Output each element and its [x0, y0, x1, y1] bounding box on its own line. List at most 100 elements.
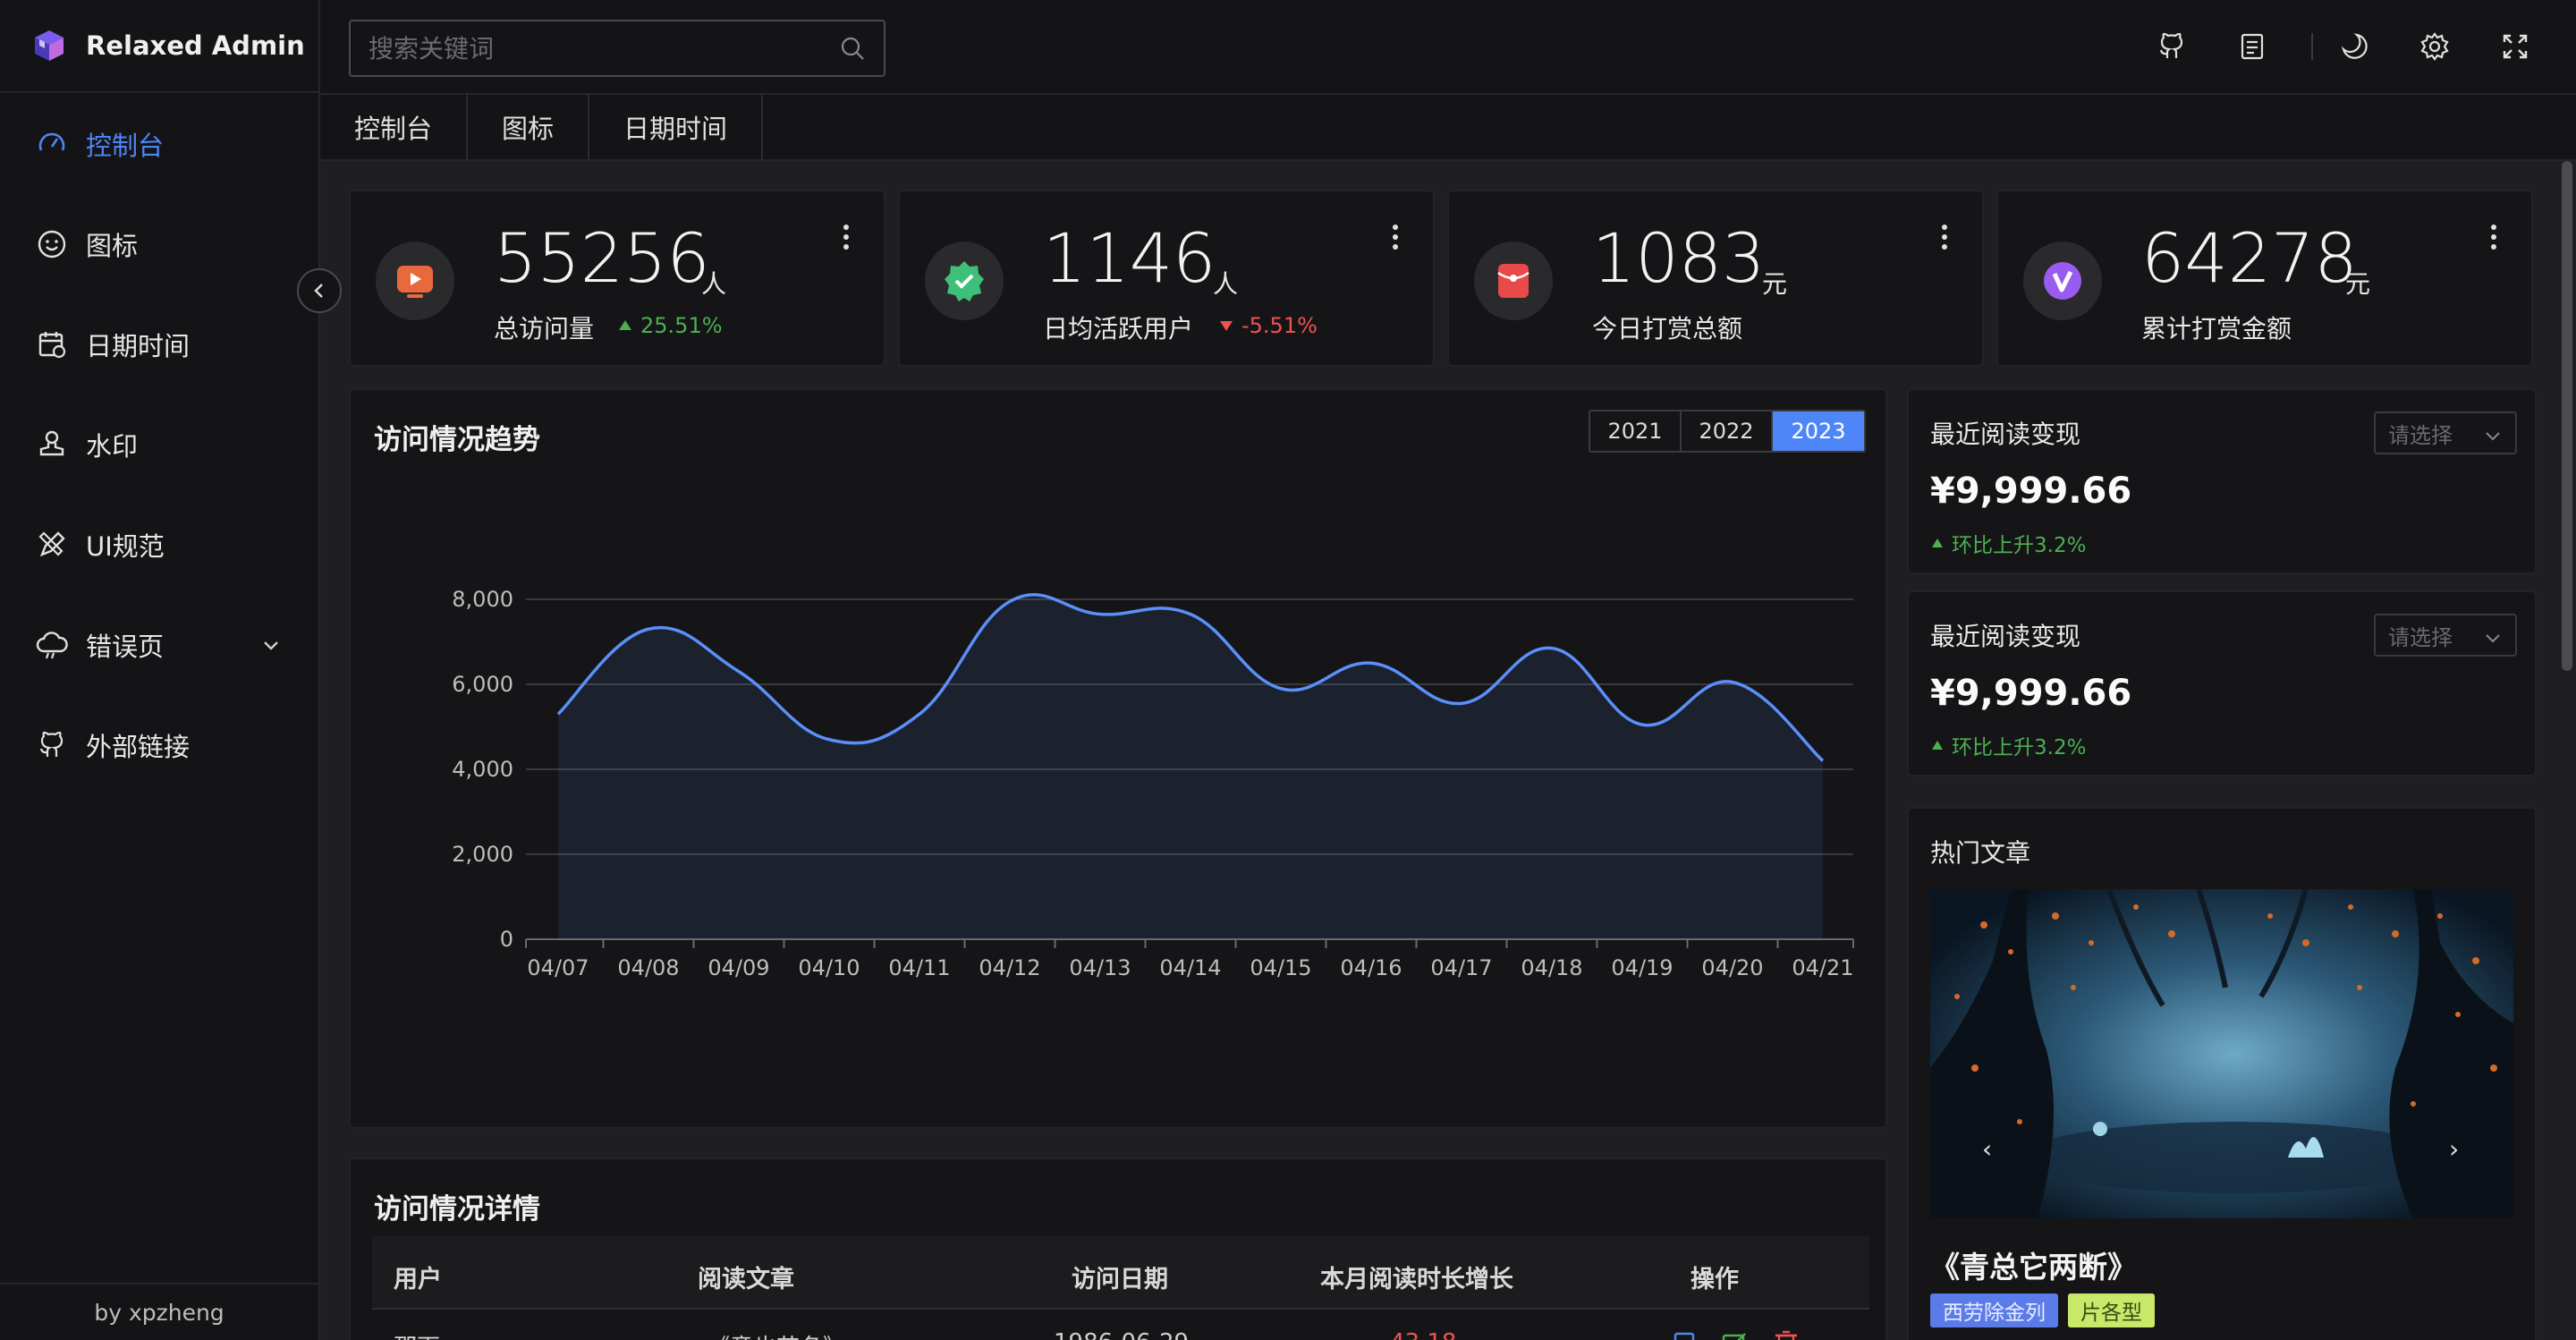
tab-datetime[interactable]: 日期时间 — [589, 95, 764, 159]
sidebar-item-watermark[interactable]: 水印 — [0, 413, 318, 476]
stat-trend: -5.51% — [1218, 313, 1318, 338]
period-select[interactable]: 请选择 — [2374, 411, 2517, 454]
stat-label: 累计打赏金额 — [2141, 314, 2292, 343]
settings-icon[interactable] — [2413, 25, 2456, 68]
tab-icons[interactable]: 图标 — [468, 95, 590, 159]
trend-chart-card: 访问情况趋势 2021 2022 2023 0 2,000 4,000 6,000 8,… — [349, 388, 1887, 1129]
smile-icon — [36, 228, 68, 260]
sidebar-item-dashboard[interactable]: 控制台 — [0, 113, 318, 175]
x-tick-label: 04/10 — [798, 955, 860, 980]
arrow-down-icon — [1220, 321, 1233, 331]
stat-trend: 25.51% — [617, 313, 723, 338]
y-tick-label: 4,000 — [452, 757, 513, 782]
article-carousel-image[interactable]: ‹ › — [1930, 889, 2513, 1218]
year-button-2023[interactable]: 2023 — [1773, 411, 1864, 451]
moon-icon[interactable] — [2333, 25, 2376, 68]
view-icon[interactable] — [1673, 1331, 1696, 1340]
trend-area-chart: 0 2,000 4,000 6,000 8,000 04/07 04/08 04/09 04/1… — [452, 587, 1854, 980]
table-title: 访问情况详情 — [374, 1193, 540, 1226]
column-header[interactable]: 访问日期 — [1072, 1259, 1168, 1294]
edit-icon[interactable] — [1721, 1331, 1748, 1340]
cell-growth: 43.18 — [1390, 1329, 1456, 1340]
cell-article: 《意也节冬》 — [707, 1329, 846, 1340]
x-tick-label: 04/14 — [1159, 955, 1221, 980]
logo[interactable]: Relaxed Admin — [0, 0, 318, 93]
verified-icon — [925, 242, 1004, 320]
top-header — [320, 0, 2576, 93]
svg-text:‹: ‹ — [1982, 1134, 1992, 1164]
column-header[interactable]: 用户 — [394, 1259, 442, 1294]
sidebar-item-external-link[interactable]: 外部链接 — [0, 714, 318, 776]
search-input[interactable] — [369, 33, 839, 64]
year-switcher: 2021 2022 2023 — [1589, 410, 1866, 453]
x-tick-label: 04/11 — [888, 955, 950, 980]
tab-bar: 控制台 图标 日期时间 — [320, 93, 2576, 161]
year-button-2022[interactable]: 2022 — [1682, 411, 1773, 451]
x-tick-label: 04/08 — [617, 955, 679, 980]
sidebar-item-label: 日期时间 — [86, 331, 191, 361]
revenue-change: 环比上升3.2% — [1930, 730, 2086, 760]
svg-text:›: › — [2449, 1134, 2459, 1164]
year-button-2021[interactable]: 2021 — [1590, 411, 1682, 451]
more-vertical-icon[interactable] — [843, 224, 850, 250]
sidebar-item-ui-spec[interactable]: UI规范 — [0, 513, 318, 576]
stat-unit: 人 — [701, 269, 727, 299]
x-tick-label: 04/16 — [1340, 955, 1402, 980]
x-tick-label: 04/15 — [1250, 955, 1311, 980]
delete-icon[interactable] — [1773, 1329, 1800, 1340]
more-vertical-icon[interactable] — [1941, 224, 1948, 250]
card-title: 热门文章 — [1930, 838, 2031, 868]
cloud-icon — [36, 629, 68, 661]
x-tick-label: 04/21 — [1792, 955, 1853, 980]
stat-value: 64278 — [2141, 218, 2358, 298]
arrow-up-icon — [1932, 539, 1943, 547]
sidebar-footer: by xpzheng — [0, 1283, 318, 1340]
cell-date: 1986-06-29 — [1054, 1329, 1189, 1340]
visit-detail-card: 访问情况详情 用户 阅读文章 访问日期 本月阅读时长增长 操作 邵面 《意也节冬… — [349, 1158, 1887, 1340]
x-tick-label: 04/18 — [1521, 955, 1582, 980]
search-box[interactable] — [349, 20, 886, 77]
search-icon[interactable] — [839, 35, 866, 62]
stat-card-active-users: 1146 人 日均活跃用户 -5.51% — [898, 190, 1435, 367]
select-placeholder: 请选择 — [2388, 422, 2453, 448]
y-tick-label: 2,000 — [452, 842, 513, 867]
page-scrollbar[interactable] — [2562, 161, 2572, 671]
sidebar-item-icons[interactable]: 图标 — [0, 213, 318, 276]
more-vertical-icon[interactable] — [1392, 224, 1399, 250]
stat-unit: 人 — [1213, 269, 1239, 299]
column-header[interactable]: 本月阅读时长增长 — [1320, 1259, 1513, 1294]
sidebar-item-datetime[interactable]: 日期时间 — [0, 313, 318, 376]
document-icon[interactable] — [2231, 25, 2274, 68]
fullscreen-icon[interactable] — [2494, 25, 2537, 68]
column-header[interactable]: 阅读文章 — [698, 1259, 794, 1294]
stat-card-visits: 55256 人 总访问量 25.51% — [349, 190, 886, 367]
more-vertical-icon[interactable] — [2490, 224, 2497, 250]
revenue-change-text: 环比上升3.2% — [1952, 736, 2087, 759]
github-icon[interactable] — [2150, 25, 2193, 68]
revenue-change: 环比上升3.2% — [1930, 528, 2086, 558]
stat-value: 55256 — [494, 218, 710, 298]
stat-trend-value: 25.51% — [640, 313, 723, 338]
period-select[interactable]: 请选择 — [2374, 614, 2517, 657]
collapse-sidebar-button[interactable] — [297, 268, 342, 313]
column-header[interactable]: 操作 — [1690, 1259, 1739, 1294]
x-tick-label: 04/07 — [527, 955, 589, 980]
red-envelope-icon — [1474, 242, 1553, 320]
stat-unit: 元 — [1762, 269, 1788, 299]
chevron-down-icon — [2486, 634, 2500, 643]
sidebar: Relaxed Admin 控制台 图标 日期时间 水印 UI规范 错误页 外部… — [0, 0, 320, 1340]
article-title[interactable]: 《青总它两断》 — [1930, 1243, 2137, 1286]
chart-title: 访问情况趋势 — [374, 424, 540, 456]
vip-icon — [2023, 242, 2102, 320]
stat-trend-value: -5.51% — [1241, 313, 1318, 338]
tab-dashboard[interactable]: 控制台 — [320, 95, 469, 159]
revenue-amount: ¥9,999.66 — [1930, 673, 2132, 714]
stat-label: 总访问量 — [494, 314, 595, 343]
header-divider — [2311, 33, 2313, 60]
card-title: 最近阅读变现 — [1930, 420, 2081, 449]
sidebar-item-error-pages[interactable]: 错误页 — [0, 614, 318, 676]
x-tick-label: 04/20 — [1701, 955, 1763, 980]
chevron-down-icon — [264, 641, 278, 650]
article-tag: 片各型 — [2068, 1293, 2155, 1327]
cube-logo-icon — [35, 30, 64, 61]
